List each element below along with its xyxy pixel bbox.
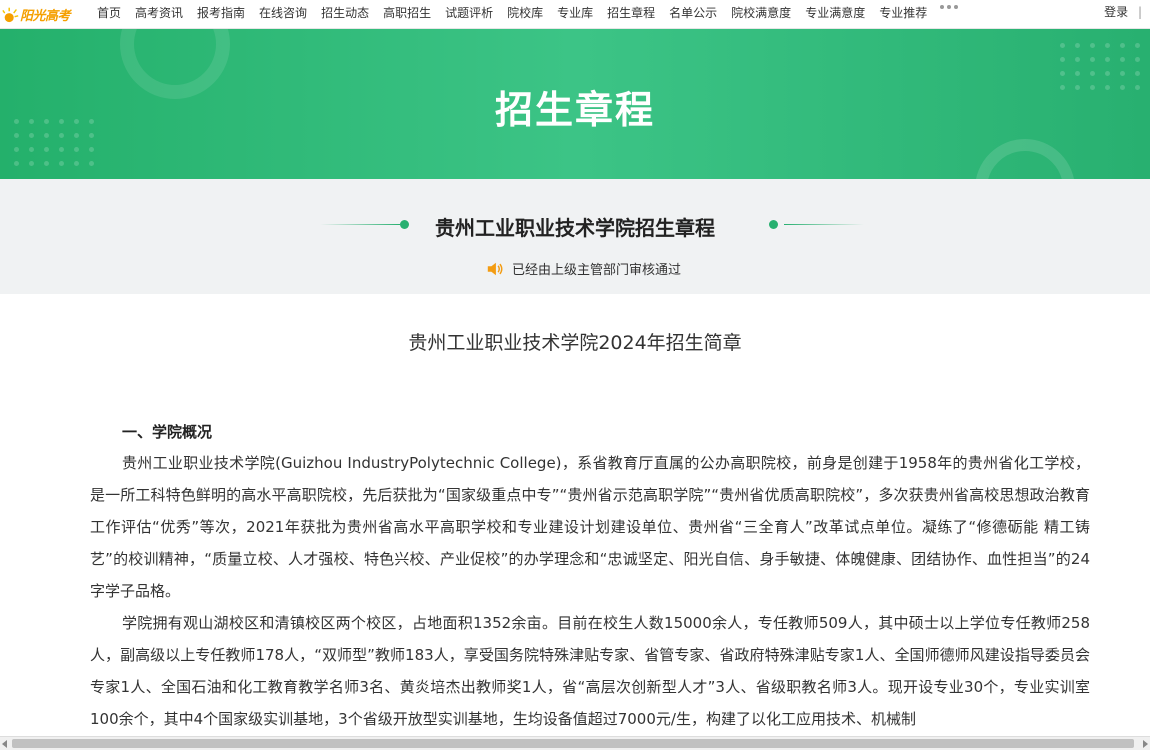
nav-item-major-satisfaction[interactable]: 专业满意度	[805, 4, 865, 21]
main-nav: 首页 高考资讯 报考指南 在线咨询 招生动态 高职招生 试题评析 院校库 专业库…	[90, 0, 934, 24]
charter-header: 贵州工业职业技术学院招生章程 已经由上级主管部门审核通过	[0, 179, 1150, 294]
top-navigation: 阳光高考 首页 高考资讯 报考指南 在线咨询 招生动态 高职招生 试题评析 院校…	[0, 0, 1150, 29]
charter-title: 贵州工业职业技术学院招生章程	[435, 216, 715, 240]
horizontal-scrollbar[interactable]	[0, 736, 1150, 750]
sun-logo-icon	[2, 7, 19, 23]
nav-item-exam-analysis[interactable]: 试题评析	[445, 4, 493, 21]
nav-item-charter[interactable]: 招生章程	[607, 4, 655, 21]
nav-item-guide[interactable]: 报考指南	[197, 4, 245, 21]
logo-text: 阳光高考	[20, 8, 71, 24]
nav-item-admission-news[interactable]: 招生动态	[321, 4, 369, 21]
scroll-left-arrow-icon[interactable]	[2, 740, 7, 748]
decorative-ring	[975, 139, 1075, 179]
login-separator: |	[1137, 5, 1142, 19]
document-content: 贵州工业职业技术学院2024年招生简章 一、学院概况 贵州工业职业技术学院(Gu…	[0, 294, 1150, 736]
banner-title: 招生章程	[494, 88, 655, 132]
document-title: 贵州工业职业技术学院2024年招生简章	[408, 332, 742, 354]
site-logo[interactable]: 阳光高考	[0, 1, 71, 27]
title-decoration-line	[784, 224, 864, 225]
paragraph: 贵州工业职业技术学院(Guizhou IndustryPolytechnic C…	[90, 454, 1090, 600]
nav-item-home[interactable]: 首页	[97, 4, 121, 21]
audit-notice: 已经由上级主管部门审核通过	[486, 259, 681, 278]
section-heading: 一、学院概况	[122, 423, 213, 441]
login-link[interactable]: 登录	[1104, 5, 1128, 19]
nav-item-major-recommend[interactable]: 专业推荐	[879, 4, 927, 21]
paragraph: 学院拥有观山湖校区和清镇校区两个校区，占地面积1352余亩。目前在校生人数150…	[90, 614, 1090, 728]
login-area: 登录 |	[1104, 3, 1142, 20]
nav-item-college-db[interactable]: 院校库	[507, 4, 543, 21]
more-menu-icon[interactable]	[940, 5, 958, 9]
nav-item-major-db[interactable]: 专业库	[557, 4, 593, 21]
page-banner: 招生章程	[0, 29, 1150, 179]
nav-item-college-satisfaction[interactable]: 院校满意度	[731, 4, 791, 21]
speaker-icon	[487, 262, 503, 275]
scroll-right-arrow-icon[interactable]	[1143, 740, 1148, 748]
nav-item-news[interactable]: 高考资讯	[135, 4, 183, 21]
audit-text: 已经由上级主管部门审核通过	[512, 263, 682, 278]
title-decoration-dot	[769, 220, 778, 229]
nav-item-list-publicity[interactable]: 名单公示	[669, 4, 717, 21]
scrollbar-thumb[interactable]	[12, 739, 1134, 748]
nav-item-consult[interactable]: 在线咨询	[259, 4, 307, 21]
nav-item-vocational[interactable]: 高职招生	[383, 4, 431, 21]
